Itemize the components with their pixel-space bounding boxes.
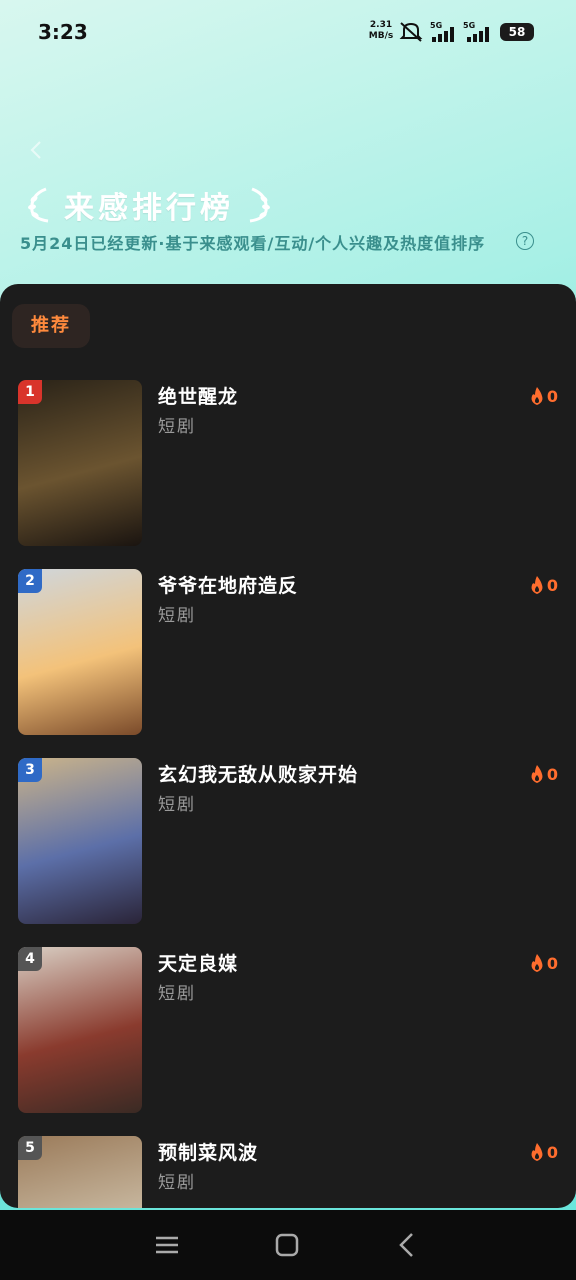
page-subtitle: 5月24日已经更新·基于来感观看/互动/个人兴趣及热度值排序: [20, 234, 486, 253]
status-bar: 3:23 2.31 MB/s 5G 5G 58: [0, 0, 576, 64]
tab-recommend[interactable]: 推荐: [12, 304, 90, 348]
list-item[interactable]: 2 爷爷在地府造反短剧 0: [18, 569, 558, 735]
mute-icon: [399, 22, 423, 42]
signal-icon: 5G: [430, 21, 454, 42]
fire-icon: [531, 954, 543, 972]
rank-badge: 1: [18, 380, 42, 404]
net-speed: 2.31 MB/s: [364, 20, 398, 42]
heat-indicator: 0: [529, 951, 558, 975]
item-title[interactable]: 爷爷在地府造反: [158, 571, 298, 598]
cover-image[interactable]: 5: [18, 1136, 142, 1208]
heat-value: 0: [546, 386, 558, 406]
fire-icon: [531, 1143, 543, 1161]
signal-1-label: 5G: [430, 21, 442, 30]
nav-back-icon[interactable]: [392, 1230, 422, 1260]
item-genre: 短剧: [158, 1173, 196, 1193]
heat-value: 0: [546, 575, 558, 595]
heat-value: 0: [546, 953, 558, 973]
status-time: 3:23: [38, 20, 88, 44]
heat-indicator: 0: [529, 1140, 558, 1164]
heat-value: 0: [546, 1142, 558, 1162]
cover-image[interactable]: 4: [18, 947, 142, 1113]
item-title[interactable]: 天定良媒: [158, 949, 238, 976]
item-genre: 短剧: [158, 795, 196, 815]
signal-2-label: 5G: [463, 21, 475, 30]
item-genre: 短剧: [158, 606, 196, 626]
item-genre: 短剧: [158, 417, 196, 437]
fire-icon: [531, 765, 543, 783]
help-icon[interactable]: ?: [516, 232, 534, 250]
laurel-icon: [249, 187, 270, 223]
laurel-icon: [28, 187, 49, 223]
item-title[interactable]: 预制菜风波: [158, 1138, 258, 1165]
menu-icon[interactable]: [152, 1230, 182, 1260]
cover-image[interactable]: 3: [18, 758, 142, 924]
heat-indicator: 0: [529, 762, 558, 786]
list-item[interactable]: 3 玄幻我无敌从败家开始短剧 0: [18, 758, 558, 924]
rank-badge: 3: [18, 758, 42, 782]
fire-icon: [531, 576, 543, 594]
heat-value: 0: [546, 764, 558, 784]
fire-icon: [531, 387, 543, 405]
rank-badge: 5: [18, 1136, 42, 1160]
list-item[interactable]: 4 天定良媒短剧 0: [18, 947, 558, 1113]
ranking-panel: 推荐 1 绝世醒龙 短剧 0 2 爷爷在地府造反 短剧 0 3 玄幻我无敌从败家开始 短剧 0 4 天定良…: [0, 284, 576, 1208]
item-title[interactable]: 玄幻我无敌从败家开始: [158, 760, 358, 787]
home-icon[interactable]: [272, 1230, 302, 1260]
rank-badge: 2: [18, 569, 42, 593]
list-item[interactable]: 1 绝世醒龙短剧 0: [18, 380, 558, 546]
page-title: 来感排行榜: [64, 191, 234, 226]
back-icon[interactable]: [26, 138, 46, 162]
item-genre: 短剧: [158, 984, 196, 1004]
net-speed-value: 2.31: [369, 20, 393, 30]
item-title[interactable]: 绝世醒龙: [158, 382, 238, 409]
header-title-block: 来感排行榜: [22, 182, 276, 228]
cover-image[interactable]: 2: [18, 569, 142, 735]
system-nav-bar: [0, 1210, 576, 1280]
net-speed-unit: MB/s: [368, 31, 394, 41]
signal-icon: 5G: [463, 21, 489, 42]
cover-image[interactable]: 1: [18, 380, 142, 546]
battery-icon: 58: [500, 23, 534, 41]
rank-badge: 4: [18, 947, 42, 971]
list-item[interactable]: 5 预制菜风波短剧 0: [18, 1136, 558, 1208]
heat-indicator: 0: [529, 384, 558, 408]
heat-indicator: 0: [529, 573, 558, 597]
